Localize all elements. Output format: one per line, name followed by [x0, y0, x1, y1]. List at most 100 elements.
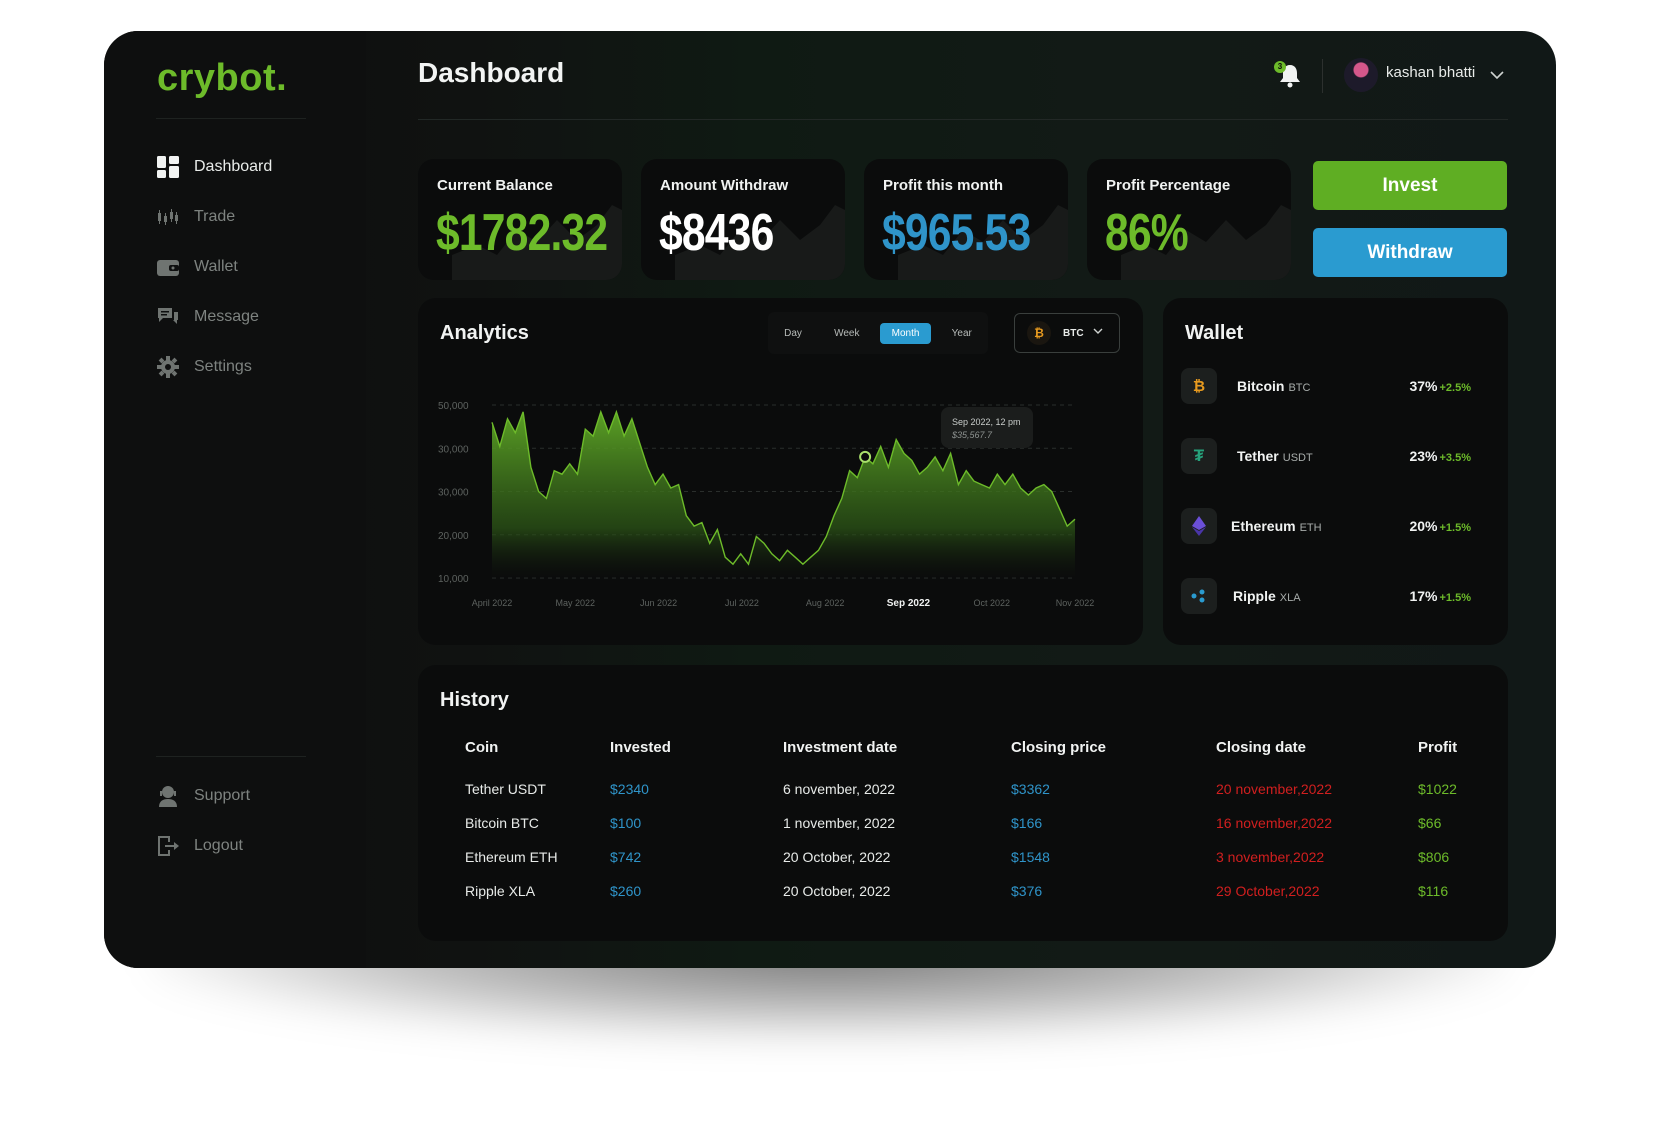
coin-name: Ripple: [1233, 588, 1276, 604]
y-tick-label: 50,000: [438, 401, 469, 412]
coin-name: Tether: [1237, 448, 1279, 464]
bitcoin-icon: ₿: [1181, 368, 1217, 404]
sidebar-item-settings[interactable]: Settings: [156, 353, 252, 381]
sidebar-item-label: Logout: [194, 837, 243, 854]
x-tick-label: Nov 2022: [1056, 598, 1095, 608]
page-title: Dashboard: [418, 57, 565, 88]
sidebar-item-label: Trade: [194, 208, 236, 225]
stat-label: Amount Withdraw: [660, 177, 789, 194]
sidebar-divider: [156, 118, 306, 119]
coin-symbol: XLA: [1279, 592, 1301, 604]
cell-coin: Tether USDT: [465, 781, 546, 797]
chart-tooltip: [941, 407, 1033, 448]
logout-icon: [156, 834, 180, 858]
cell-invested: $260: [610, 883, 642, 899]
column-header-profit: Profit: [1418, 739, 1458, 756]
gear-icon: [156, 355, 180, 379]
analytics-chart: 50,000 30,000 30,000 20,000 10,000 April 2022…: [438, 401, 1095, 609]
coin-symbol: ETH: [1299, 522, 1322, 534]
cell-profit: $806: [1418, 849, 1450, 865]
chevron-down-icon[interactable]: [1489, 67, 1505, 83]
column-header-closing-date: Closing date: [1216, 739, 1307, 756]
coin-change: +2.5%: [1439, 382, 1472, 394]
table-row[interactable]: Tether USDT $2340 6 november, 2022 $3362…: [418, 781, 1508, 805]
x-tick-label: Oct 2022: [973, 598, 1010, 608]
sidebar-item-label: Dashboard: [194, 158, 273, 175]
x-tick-label: Jun 2022: [640, 598, 677, 608]
tether-icon: ₮: [1181, 438, 1217, 474]
chat-icon: [156, 305, 180, 329]
cell-profit: $1022: [1418, 781, 1457, 797]
x-tick-label: Sep 2022: [887, 598, 931, 609]
support-icon: [156, 784, 180, 808]
coin-change: +3.5%: [1439, 452, 1472, 464]
coin-change: +1.5%: [1439, 522, 1472, 534]
cell-investment-date: 6 november, 2022: [783, 781, 896, 797]
app-logo[interactable]: crybot.: [157, 57, 287, 100]
column-header-investment-date: Investment date: [783, 739, 898, 756]
cell-closing-price: $166: [1011, 815, 1043, 831]
x-tick-label: Jul 2022: [725, 598, 759, 608]
sidebar-item-dashboard[interactable]: Dashboard: [156, 153, 272, 181]
sidebar-divider: [156, 756, 306, 757]
sidebar-item-wallet[interactable]: Wallet: [156, 253, 238, 281]
x-tick-label: Aug 2022: [806, 598, 845, 608]
wallet-item-ripple[interactable]: Ripple XLA 17% +1.5%: [1181, 576, 1471, 616]
coin-symbol: USDT: [1282, 452, 1313, 464]
wallet-item-ethereum[interactable]: Ethereum ETH 20% +1.5%: [1181, 506, 1471, 546]
sidebar-item-label: Support: [194, 787, 251, 804]
cell-invested: $100: [610, 815, 642, 831]
coin-percent: 37%: [1409, 378, 1438, 394]
cell-investment-date: 20 October, 2022: [783, 849, 891, 865]
sidebar-item-support[interactable]: Support: [156, 782, 250, 810]
table-row[interactable]: Ethereum ETH $742 20 October, 2022 $1548…: [418, 849, 1508, 873]
cell-closing-price: $1548: [1011, 849, 1050, 865]
stat-label: Profit Percentage: [1106, 177, 1231, 194]
cell-coin: Ethereum ETH: [465, 849, 558, 865]
x-tick-label: April 2022: [472, 598, 513, 608]
cell-coin: Ripple XLA: [465, 883, 536, 899]
tooltip-value: $35,567.7: [951, 430, 993, 440]
invest-button[interactable]: Invest: [1313, 161, 1507, 210]
y-tick-label: 30,000: [438, 444, 469, 455]
withdraw-button[interactable]: Withdraw: [1313, 228, 1507, 277]
cell-profit: $116: [1418, 883, 1449, 899]
cell-invested: $742: [610, 849, 642, 865]
sidebar-item-logout[interactable]: Logout: [156, 832, 243, 860]
coin-name: Bitcoin: [1237, 378, 1285, 394]
y-tick-label: 10,000: [438, 574, 469, 585]
history-title: History: [440, 689, 509, 711]
stat-card-current-balance: Current Balance $1782.32: [418, 159, 622, 280]
wallet-item-bitcoin[interactable]: ₿ Bitcoin BTC 37% +2.5%: [1181, 366, 1471, 406]
wallet-item-tether[interactable]: ₮ Tether USDT 23% +3.5%: [1181, 436, 1471, 476]
table-row[interactable]: Ripple XLA $260 20 October, 2022 $376 29…: [418, 883, 1508, 907]
candlestick-icon: [156, 205, 180, 229]
sidebar-item-message[interactable]: Message: [156, 303, 259, 331]
stat-card-amount-withdraw: Amount Withdraw $8436: [641, 159, 845, 280]
sidebar-item-trade[interactable]: Trade: [156, 203, 235, 231]
column-header-coin: Coin: [465, 739, 499, 756]
column-header-closing-price: Closing price: [1011, 739, 1107, 756]
coin-change: +1.5%: [1439, 592, 1472, 604]
coin-percent: 20%: [1409, 518, 1438, 534]
y-tick-label: 30,000: [438, 488, 469, 499]
stat-label: Current Balance: [437, 177, 553, 194]
cell-coin: Bitcoin BTC: [465, 815, 539, 831]
app-window: crybot. Dashboard Trade Wallet Message S…: [104, 31, 1556, 968]
avatar[interactable]: [1344, 58, 1378, 92]
stat-value: $965.53: [882, 204, 1031, 262]
sidebar-item-label: Message: [194, 308, 259, 325]
stat-card-profit-month: Profit this month $965.53: [864, 159, 1068, 280]
x-tick-label: May 2022: [556, 598, 596, 608]
header-divider-line: [418, 119, 1508, 120]
tooltip-date: Sep 2022, 12 pm: [952, 417, 1021, 427]
coin-percent: 23%: [1409, 448, 1438, 464]
wallet-title: Wallet: [1185, 322, 1244, 344]
table-row[interactable]: Bitcoin BTC $100 1 november, 2022 $166 1…: [418, 815, 1508, 839]
cell-invested: $2340: [610, 781, 649, 797]
wallet-icon: [156, 255, 180, 279]
grid-icon: [156, 155, 180, 179]
data-point-highlight: [859, 450, 872, 463]
user-name[interactable]: kashan bhatti: [1386, 64, 1475, 81]
coin-symbol: BTC: [1288, 382, 1311, 394]
